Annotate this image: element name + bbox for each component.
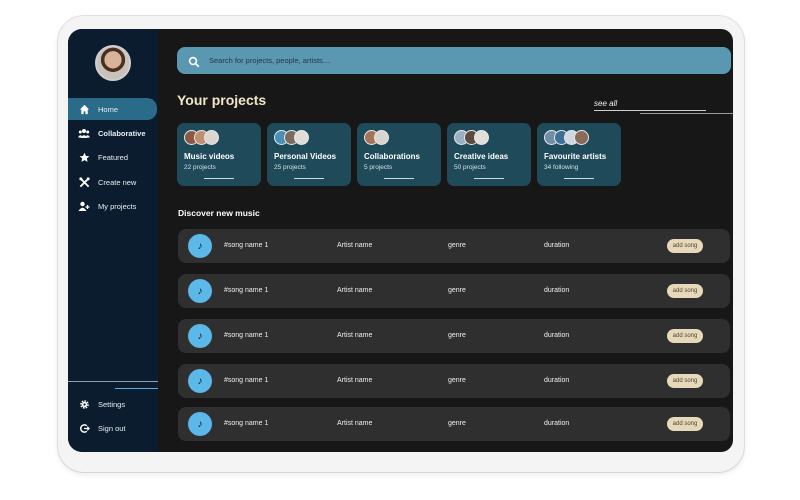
see-all-link[interactable]: see all — [594, 99, 617, 108]
home-icon — [78, 103, 90, 115]
genre: genre — [448, 377, 466, 384]
artist-name: Artist name — [337, 287, 373, 294]
project-card-music-videos[interactable]: Music videos 22 projects — [177, 123, 261, 186]
project-card-count: 50 projects — [454, 164, 486, 171]
project-card-favourite-artists[interactable]: Favourite artists 34 following — [537, 123, 621, 186]
search-icon[interactable] — [188, 55, 200, 67]
section-title-discover: Discover new music — [178, 208, 260, 218]
song-row[interactable]: ♪ #song name 1 Artist name genre duratio… — [178, 229, 730, 263]
artist-name: Artist name — [337, 242, 373, 249]
sidebar-item-my-projects[interactable]: My projects — [68, 195, 158, 217]
song-row[interactable]: ♪ #song name 1 Artist name genre duratio… — [178, 274, 730, 308]
add-song-button[interactable]: add song — [667, 329, 703, 343]
music-note-icon[interactable]: ♪ — [188, 324, 212, 348]
project-card-name: Favourite artists — [544, 152, 607, 161]
collaborator-avatars — [454, 130, 489, 145]
collaborator-avatars — [274, 130, 309, 145]
group-icon — [78, 127, 90, 139]
song-row[interactable]: ♪ #song name 1 Artist name genre duratio… — [178, 407, 730, 441]
sidebar-item-home[interactable]: Home — [68, 98, 157, 120]
music-note-icon[interactable]: ♪ — [188, 369, 212, 393]
see-all-underline — [594, 110, 706, 111]
project-card-bar — [564, 178, 594, 179]
see-all-underline-accent — [640, 113, 733, 114]
sidebar-item-create-new[interactable]: Create new — [68, 171, 158, 193]
collaborator-avatars — [544, 130, 589, 145]
add-song-button[interactable]: add song — [667, 239, 703, 253]
duration: duration — [544, 377, 570, 384]
page-title: Your projects — [177, 92, 267, 108]
sidebar-item-label: Featured — [98, 152, 129, 162]
sidebar-item-settings[interactable]: Settings — [68, 393, 158, 415]
duration: duration — [544, 332, 570, 339]
project-card-creative-ideas[interactable]: Creative ideas 50 projects — [447, 123, 531, 186]
collaborator-avatars — [364, 130, 389, 145]
song-name: #song name 1 — [224, 377, 269, 384]
genre: genre — [448, 242, 466, 249]
sidebar-item-label: Create new — [98, 177, 137, 187]
project-card-count: 34 following — [544, 164, 579, 171]
gear-icon — [78, 398, 90, 410]
genre: genre — [448, 332, 466, 339]
search-bar[interactable] — [177, 47, 731, 74]
project-card-name: Collaborations — [364, 152, 421, 161]
sidebar-divider — [68, 381, 158, 382]
sidebar-item-label: Collaborative — [98, 128, 146, 138]
project-card-collaborations[interactable]: Collaborations 5 projects — [357, 123, 441, 186]
sidebar-divider-accent — [115, 388, 158, 389]
song-row[interactable]: ♪ #song name 1 Artist name genre duratio… — [178, 319, 730, 353]
music-note-icon[interactable]: ♪ — [188, 279, 212, 303]
project-card-bar — [384, 178, 414, 179]
song-name: #song name 1 — [224, 287, 269, 294]
add-song-button[interactable]: add song — [667, 284, 703, 298]
project-card-personal-videos[interactable]: Personal Videos 25 projects — [267, 123, 351, 186]
star-icon — [78, 151, 90, 163]
artist-name: Artist name — [337, 420, 373, 427]
sign-out-icon — [78, 422, 90, 434]
project-card-count: 5 projects — [364, 164, 393, 171]
avatar[interactable] — [95, 45, 131, 81]
artist-name: Artist name — [337, 332, 373, 339]
song-name: #song name 1 — [224, 332, 269, 339]
song-row[interactable]: ♪ #song name 1 Artist name genre duratio… — [178, 364, 730, 398]
collaborator-avatars — [184, 130, 219, 145]
music-note-icon[interactable]: ♪ — [188, 412, 212, 436]
genre: genre — [448, 287, 466, 294]
project-card-bar — [294, 178, 324, 179]
duration: duration — [544, 420, 570, 427]
genre: genre — [448, 420, 466, 427]
duration: duration — [544, 287, 570, 294]
sidebar-item-label: Sign out — [98, 423, 126, 433]
music-note-icon[interactable]: ♪ — [188, 234, 212, 258]
project-card-count: 22 projects — [184, 164, 216, 171]
user-plus-icon — [78, 200, 90, 212]
sidebar-item-label: My projects — [98, 201, 137, 211]
artist-name: Artist name — [337, 377, 373, 384]
sidebar-item-collaborative[interactable]: Collaborative — [68, 122, 158, 144]
sidebar-item-label: Settings — [98, 399, 126, 409]
add-song-button[interactable]: add song — [667, 374, 703, 388]
sidebar-item-label: Home — [98, 104, 119, 114]
sidebar-item-featured[interactable]: Featured — [68, 146, 158, 168]
tools-icon — [78, 176, 90, 188]
song-name: #song name 1 — [224, 420, 269, 427]
project-card-count: 25 projects — [274, 164, 306, 171]
sidebar: Home Collaborative Featured Create new M — [68, 29, 158, 452]
app-screen: Home Collaborative Featured Create new M — [68, 29, 733, 452]
sidebar-item-sign-out[interactable]: Sign out — [68, 417, 158, 439]
duration: duration — [544, 242, 570, 249]
project-card-bar — [474, 178, 504, 179]
add-song-button[interactable]: add song — [667, 417, 703, 431]
song-name: #song name 1 — [224, 242, 269, 249]
project-card-bar — [204, 178, 234, 179]
project-card-name: Personal Videos — [274, 152, 337, 161]
project-card-name: Creative ideas — [454, 152, 509, 161]
search-input[interactable] — [209, 56, 689, 65]
project-card-name: Music videos — [184, 152, 235, 161]
